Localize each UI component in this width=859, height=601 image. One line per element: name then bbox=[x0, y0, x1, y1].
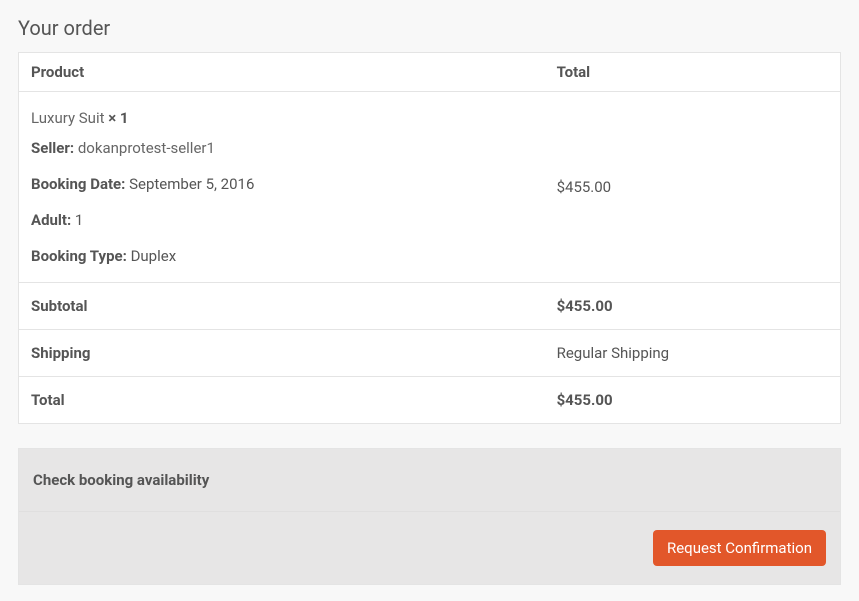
seller-value: dokanprotest-seller1 bbox=[74, 139, 215, 157]
table-row: Total $455.00 bbox=[19, 377, 841, 424]
table-row: Luxury Suit × 1 Seller: dokanprotest-sel… bbox=[19, 92, 841, 283]
order-section: Your order Product Total Luxury Suit × 1… bbox=[18, 16, 841, 585]
product-name-line: Luxury Suit × 1 bbox=[31, 106, 533, 130]
seller-line: Seller: dokanprotest-seller1 bbox=[31, 136, 533, 160]
availability-body: Request Confirmation bbox=[19, 512, 840, 584]
order-table: Product Total Luxury Suit × 1 Seller: do… bbox=[18, 52, 841, 424]
adult-line: Adult: 1 bbox=[31, 208, 533, 232]
total-value: $455.00 bbox=[545, 377, 841, 424]
booking-date-label: Booking Date: bbox=[31, 175, 125, 193]
table-row: Subtotal $455.00 bbox=[19, 283, 841, 330]
booking-date-line: Booking Date: September 5, 2016 bbox=[31, 172, 533, 196]
product-qty: 1 bbox=[120, 109, 129, 127]
section-title: Your order bbox=[18, 16, 841, 40]
header-product: Product bbox=[19, 53, 545, 92]
product-line-total: $455.00 bbox=[545, 92, 841, 283]
availability-box: Check booking availability Request Confi… bbox=[18, 448, 841, 585]
request-confirmation-button[interactable]: Request Confirmation bbox=[653, 530, 826, 566]
adult-value: 1 bbox=[71, 211, 83, 229]
shipping-label: Shipping bbox=[19, 330, 545, 377]
header-total: Total bbox=[545, 53, 841, 92]
booking-type-line: Booking Type: Duplex bbox=[31, 244, 533, 268]
seller-label: Seller: bbox=[31, 139, 74, 157]
table-row: Shipping Regular Shipping bbox=[19, 330, 841, 377]
product-name: Luxury Suit bbox=[31, 109, 105, 127]
product-cell: Luxury Suit × 1 Seller: dokanprotest-sel… bbox=[19, 92, 545, 283]
subtotal-value: $455.00 bbox=[545, 283, 841, 330]
booking-type-value: Duplex bbox=[127, 247, 176, 265]
shipping-value: Regular Shipping bbox=[545, 330, 841, 377]
subtotal-label: Subtotal bbox=[19, 283, 545, 330]
adult-label: Adult: bbox=[31, 211, 71, 229]
product-qty-prefix: × bbox=[105, 109, 120, 127]
total-label: Total bbox=[19, 377, 545, 424]
booking-type-label: Booking Type: bbox=[31, 247, 127, 265]
availability-title: Check booking availability bbox=[19, 449, 840, 512]
booking-date-value: September 5, 2016 bbox=[125, 175, 254, 193]
